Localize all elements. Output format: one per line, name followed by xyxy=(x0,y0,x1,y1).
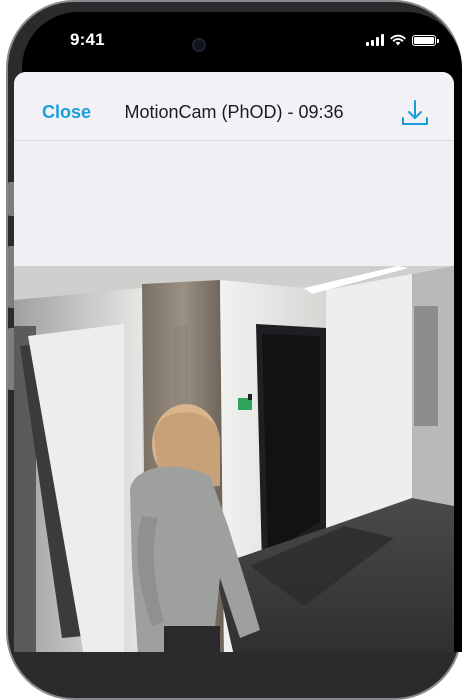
battery-icon xyxy=(412,34,439,46)
camera-snapshot[interactable] xyxy=(14,266,454,652)
event-viewer-sheet: Close MotionCam (PhOD) - 09:36 xyxy=(14,72,454,652)
front-camera xyxy=(192,38,206,52)
camera-image xyxy=(14,266,454,652)
notch xyxy=(162,12,322,42)
status-icons xyxy=(366,34,439,46)
status-time: 9:41 xyxy=(70,30,105,49)
page-title: MotionCam (PhOD) - 09:36 xyxy=(124,102,344,122)
wifi-icon xyxy=(390,34,406,46)
signal-icon xyxy=(366,34,384,46)
nav-bar: Close MotionCam (PhOD) - 09:36 xyxy=(14,72,454,141)
download-icon[interactable] xyxy=(400,98,430,128)
